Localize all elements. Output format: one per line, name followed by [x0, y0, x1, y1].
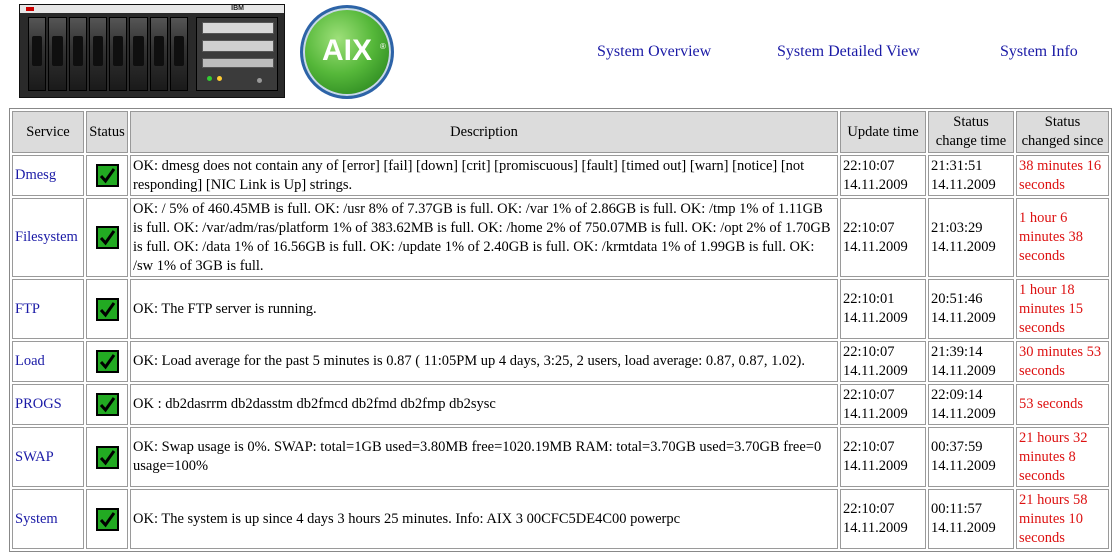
status-change-time-cell: 21:39:14 14.11.2009 [928, 341, 1014, 382]
service-name-link[interactable]: FTP [15, 301, 40, 317]
page-header: IBM AIX ® System Overview System Detaile… [0, 0, 1119, 108]
check-icon [95, 164, 119, 187]
table-row: Filesystem OK: / 5% of 460.45MB is full.… [12, 198, 1109, 277]
status-changed-since-cell: 53 seconds [1016, 384, 1109, 425]
status-change-time-cell: 22:09:14 14.11.2009 [928, 384, 1014, 425]
status-changed-since-cell: 21 hours 58 minutes 10 seconds [1016, 489, 1109, 549]
check-icon [95, 393, 119, 416]
description-cell: OK: Swap usage is 0%. SWAP: total=1GB us… [130, 427, 838, 487]
check-icon [95, 507, 119, 531]
status-changed-since-cell: 30 minutes 53 seconds [1016, 341, 1109, 382]
service-name-link[interactable]: PROGS [15, 396, 62, 412]
column-header-update-time: Update time [840, 111, 926, 153]
check-icon [95, 350, 119, 373]
status-change-time-cell: 00:11:57 14.11.2009 [928, 489, 1014, 549]
check-icon [95, 297, 119, 321]
column-header-status-changed-since: Status changed since [1016, 111, 1109, 153]
column-header-service: Service [12, 111, 84, 153]
nav-system-overview-link[interactable]: System Overview [597, 43, 711, 61]
status-changed-since-cell: 21 hours 32 minutes 8 seconds [1016, 427, 1109, 487]
aix-logo-text: AIX [321, 34, 372, 67]
table-row: PROGS OK : db2dasrrm db2dasstm db2fmcd d… [12, 384, 1109, 425]
service-name-link[interactable]: SWAP [15, 449, 54, 465]
description-cell: OK: The FTP server is running. [130, 279, 838, 339]
status-changed-since-cell: 1 hour 18 minutes 15 seconds [1016, 279, 1109, 339]
status-change-time-cell: 21:03:29 14.11.2009 [928, 198, 1014, 277]
service-name-link[interactable]: Filesystem [15, 229, 78, 245]
service-status-table: Service Status Description Update time S… [9, 108, 1112, 552]
update-time-cell: 22:10:07 14.11.2009 [840, 489, 926, 549]
status-change-time-cell: 00:37:59 14.11.2009 [928, 427, 1014, 487]
description-cell: OK: The system is up since 4 days 3 hour… [130, 489, 838, 549]
status-change-time-cell: 20:51:46 14.11.2009 [928, 279, 1014, 339]
update-time-cell: 22:10:07 14.11.2009 [840, 155, 926, 196]
update-time-cell: 22:10:01 14.11.2009 [840, 279, 926, 339]
update-time-cell: 22:10:07 14.11.2009 [840, 384, 926, 425]
table-header-row: Service Status Description Update time S… [12, 111, 1109, 153]
table-row: FTP OK: The FTP server is running. 22:10… [12, 279, 1109, 339]
description-cell: OK : db2dasrrm db2dasstm db2fmcd db2fmd … [130, 384, 838, 425]
server-image: IBM [19, 4, 285, 98]
status-change-time-cell: 21:31:51 14.11.2009 [928, 155, 1014, 196]
service-name-link[interactable]: Load [15, 353, 45, 369]
aix-logo: AIX ® [300, 5, 394, 99]
server-brand-label: IBM [231, 5, 244, 12]
update-time-cell: 22:10:07 14.11.2009 [840, 341, 926, 382]
update-time-cell: 22:10:07 14.11.2009 [840, 427, 926, 487]
description-cell: OK: / 5% of 460.45MB is full. OK: /usr 8… [130, 198, 838, 277]
column-header-status-change-time: Status change time [928, 111, 1014, 153]
column-header-status: Status [86, 111, 128, 153]
check-icon [95, 226, 119, 249]
table-row: SWAP OK: Swap usage is 0%. SWAP: total=1… [12, 427, 1109, 487]
nav-system-detailed-view-link[interactable]: System Detailed View [777, 43, 920, 61]
nav-system-info-link[interactable]: System Info [1000, 43, 1078, 61]
table-row: Load OK: Load average for the past 5 min… [12, 341, 1109, 382]
status-changed-since-cell: 38 minutes 16 seconds [1016, 155, 1109, 196]
service-name-link[interactable]: System [15, 511, 58, 527]
description-cell: OK: Load average for the past 5 minutes … [130, 341, 838, 382]
registered-mark: ® [380, 42, 386, 51]
table-row: System OK: The system is up since 4 days… [12, 489, 1109, 549]
description-cell: OK: dmesg does not contain any of [error… [130, 155, 838, 196]
table-row: Dmesg OK: dmesg does not contain any of … [12, 155, 1109, 196]
column-header-description: Description [130, 111, 838, 153]
update-time-cell: 22:10:07 14.11.2009 [840, 198, 926, 277]
service-name-link[interactable]: Dmesg [15, 167, 56, 183]
status-changed-since-cell: 1 hour 6 minutes 38 seconds [1016, 198, 1109, 277]
check-icon [95, 445, 119, 469]
